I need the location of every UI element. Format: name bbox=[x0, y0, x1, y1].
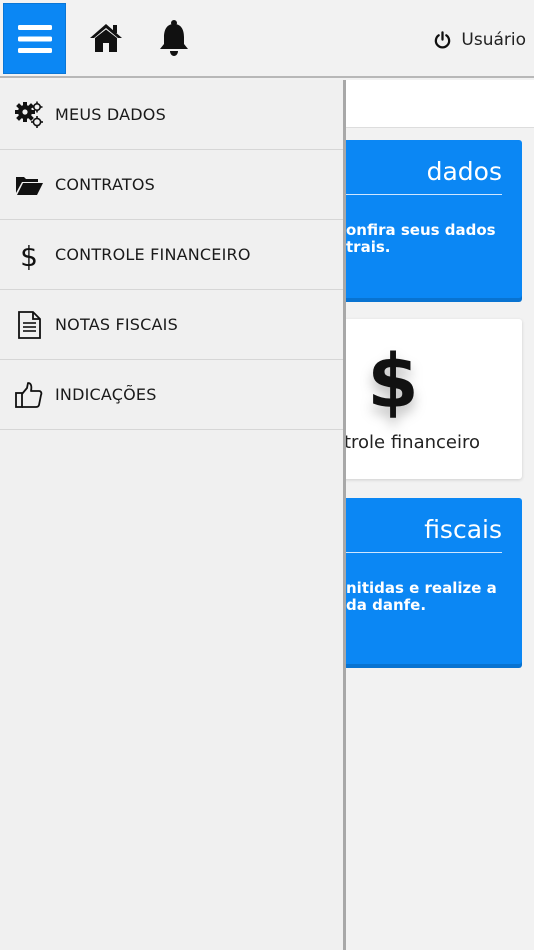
dollar-icon: $ bbox=[13, 239, 45, 271]
drawer-item-meus-dados[interactable]: MEUS DADOS bbox=[0, 80, 343, 150]
home-icon bbox=[90, 24, 122, 52]
svg-text:$: $ bbox=[20, 240, 38, 270]
power-icon bbox=[435, 30, 451, 49]
bell-icon bbox=[160, 20, 188, 56]
document-icon bbox=[13, 309, 45, 341]
user-menu-button[interactable]: Usuário bbox=[433, 26, 526, 54]
drawer-item-label: MEUS DADOS bbox=[55, 105, 166, 124]
home-button[interactable] bbox=[88, 20, 124, 56]
top-bar: Usuário bbox=[0, 0, 534, 78]
hamburger-icon bbox=[17, 24, 52, 53]
drawer-item-indicacoes[interactable]: INDICAÇÕES bbox=[0, 360, 343, 430]
drawer-item-notas-fiscais[interactable]: NOTAS FISCAIS bbox=[0, 290, 343, 360]
drawer-item-label: NOTAS FISCAIS bbox=[55, 315, 178, 334]
thumbs-up-icon bbox=[13, 379, 45, 411]
navigation-drawer: MEUS DADOS CONTRATOS $ CONTROLE FINANCEI… bbox=[0, 80, 346, 950]
drawer-item-label: CONTROLE FINANCEIRO bbox=[55, 245, 251, 264]
dollar-icon: $ bbox=[367, 339, 419, 419]
folder-open-icon bbox=[13, 169, 45, 201]
user-label: Usuário bbox=[461, 30, 526, 50]
drawer-item-label: CONTRATOS bbox=[55, 175, 156, 194]
drawer-item-controle-financeiro[interactable]: $ CONTROLE FINANCEIRO bbox=[0, 220, 343, 290]
drawer-item-label: INDICAÇÕES bbox=[55, 385, 157, 404]
notifications-button[interactable] bbox=[157, 19, 191, 57]
menu-button[interactable] bbox=[3, 3, 66, 74]
drawer-item-contratos[interactable]: CONTRATOS bbox=[0, 150, 343, 220]
gears-icon bbox=[13, 99, 45, 131]
svg-text:$: $ bbox=[367, 339, 419, 419]
